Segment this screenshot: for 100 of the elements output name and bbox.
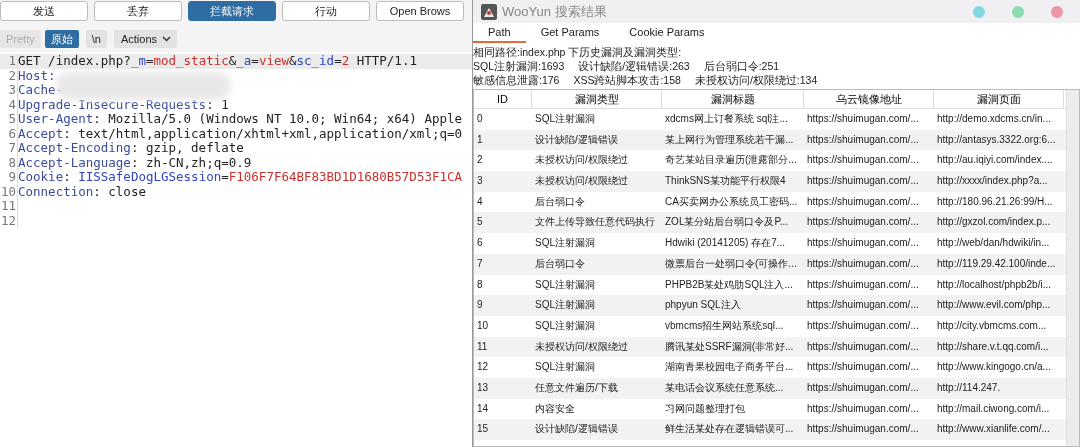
table-cell-text: https://shuimugan.com/... bbox=[806, 401, 920, 416]
line-number: 11 bbox=[0, 199, 18, 214]
table-cell-text: https://shuimugan.com/... bbox=[806, 360, 920, 375]
table-cell-text: ThinkSNS某功能平行权限4 bbox=[664, 174, 787, 189]
tab[interactable]: Get Params bbox=[525, 23, 615, 43]
column-header[interactable]: 漏洞页面 bbox=[934, 90, 1064, 108]
table-cell-text: SQL注射漏洞 bbox=[534, 236, 596, 251]
table-cell-text: Hdwiki (20141205) 存在7... bbox=[664, 236, 787, 251]
table-cell-text: 1 bbox=[476, 132, 484, 147]
code-line: GET /index.php?_m=mod_static&_a=view&sc_id=2 HTTP/1.1 bbox=[18, 54, 417, 69]
column-header[interactable]: 漏洞类型 bbox=[532, 90, 662, 108]
code-line: Connection: close bbox=[18, 184, 146, 199]
table-cell-text: 后台弱口令 bbox=[534, 194, 586, 209]
line-number: 12 bbox=[0, 213, 18, 228]
code-line: User-Agent: Mozilla/5.0 (Windows NT 10.0; Win64; x64) Apple bbox=[18, 112, 463, 127]
view-tab[interactable]: 原始 bbox=[44, 30, 79, 48]
table-cell-text: 奇艺某站目录遍历(泄露部分... bbox=[664, 153, 798, 168]
table-cell-text: https://shuimugan.com/... bbox=[806, 194, 920, 209]
line-number: 10 bbox=[0, 184, 18, 199]
table-cell-text: 湖南青果校园电子商务平台... bbox=[664, 360, 795, 375]
tab[interactable]: Cookie Params bbox=[614, 23, 720, 43]
minimize-button[interactable] bbox=[973, 5, 985, 18]
table-cell-text: 4 bbox=[476, 194, 484, 209]
table-cell-text: https://shuimugan.com/... bbox=[806, 236, 920, 251]
table-cell-text: 某电话会议系统任意系统... bbox=[664, 380, 785, 395]
table-cell-text: https://shuimugan.com/... bbox=[806, 153, 920, 168]
line-number: 3 bbox=[0, 83, 18, 98]
summary-heading: 相同路径:index.php 下历史漏洞及漏洞类型: bbox=[473, 45, 682, 59]
table-cell-text: http://mail.ciwong.com/i... bbox=[936, 401, 1051, 416]
actions-menu[interactable]: Actions bbox=[113, 30, 177, 48]
table-cell-text: SQL注射漏洞 bbox=[534, 318, 596, 333]
column-header[interactable]: ID bbox=[474, 90, 532, 108]
table-cell-text: http://antasys.3322.org:6... bbox=[936, 132, 1057, 147]
toolbar-button[interactable]: 行动 bbox=[282, 1, 370, 21]
table-cell-text: 2 bbox=[476, 153, 484, 168]
table-cell-text: 某上网行为管理系统若干漏... bbox=[664, 132, 795, 147]
table-cell-text: http://114.247. bbox=[936, 380, 1002, 395]
table-cell-text: 设计缺陷/逻辑错误 bbox=[534, 132, 619, 147]
table-cell-text: 8 bbox=[476, 277, 484, 292]
stat-text: 敏感信息泄露:176 bbox=[473, 73, 560, 87]
table-cell-text: 6 bbox=[476, 236, 484, 251]
table-cell-text: 鲜生活某处存在逻辑错误可... bbox=[664, 422, 795, 437]
tab[interactable]: Path bbox=[473, 23, 526, 43]
table-cell-text: 未授权访问/权限绕过 bbox=[534, 174, 629, 189]
table-cell-text: 7 bbox=[476, 256, 484, 271]
table-cell-text: 15 bbox=[476, 422, 490, 437]
newline-toggle[interactable]: \n bbox=[85, 30, 107, 48]
table-cell-text: http://www.evil.com/php... bbox=[936, 298, 1052, 313]
table-cell-text: SQL注射漏洞 bbox=[534, 277, 596, 292]
table-cell-text: https://shuimugan.com/... bbox=[806, 174, 920, 189]
stat-text: SQL注射漏洞:1693 bbox=[473, 59, 565, 73]
table-cell-text: 后台弱口令 bbox=[534, 256, 586, 271]
app-logo-icon bbox=[481, 3, 497, 20]
toolbar-button[interactable]: 丢弃 bbox=[94, 1, 182, 21]
table-cell-text: SQL注射漏洞 bbox=[534, 298, 596, 313]
table-cell-text: 11 bbox=[476, 339, 489, 354]
caret-icon bbox=[162, 36, 171, 42]
table-cell-text: 微票后台一处弱口令(可操作... bbox=[664, 256, 798, 271]
table-cell-text: https://shuimugan.com/... bbox=[806, 339, 920, 354]
code-line: Host: bbox=[18, 68, 56, 83]
toolbar-button[interactable]: Open Brows bbox=[376, 1, 464, 21]
table-cell-text: xdcms网上订餐系统 sql注... bbox=[664, 112, 789, 126]
table-cell-text: http://gxzol.com/index.p... bbox=[936, 215, 1052, 230]
code-line: Upgrade-Insecure-Requests: 1 bbox=[18, 97, 229, 112]
line-number: 1 bbox=[0, 54, 18, 69]
table-cell-text: CA买卖网办公系统员工密码... bbox=[664, 194, 799, 209]
table-cell-text: http://au.iqiyi.com/index.... bbox=[936, 153, 1054, 168]
maximize-button[interactable] bbox=[1012, 5, 1024, 18]
request-editor[interactable] bbox=[0, 52, 472, 447]
column-header[interactable]: 乌云镜像地址 bbox=[804, 90, 934, 108]
table-cell-text: 13 bbox=[476, 380, 490, 395]
line-number: 5 bbox=[0, 112, 18, 127]
table-cell-text: http://localhost/phpb2b/i... bbox=[936, 277, 1052, 292]
table-cell-text: https://shuimugan.com/... bbox=[806, 132, 920, 147]
table-cell-text: PHPB2B某处鸡肋SQL注入... bbox=[664, 277, 794, 292]
line-number: 7 bbox=[0, 141, 18, 156]
table-cell-text: 任意文件遍历/下载 bbox=[534, 380, 619, 395]
scrollbar[interactable] bbox=[1066, 90, 1079, 446]
table-cell-text: 文件上传导致任意代码执行 bbox=[534, 215, 656, 230]
table-cell-text: 14 bbox=[476, 401, 490, 416]
line-number: 2 bbox=[0, 68, 18, 83]
stat-text: 未授权访问/权限绕过:134 bbox=[694, 73, 818, 87]
table-cell-text: 腾讯某处SSRF漏洞(非常好... bbox=[664, 339, 795, 354]
table-cell-text: ZOL某分站后台弱口令及P... bbox=[664, 215, 790, 230]
line-number: 6 bbox=[0, 126, 18, 141]
close-button[interactable] bbox=[1051, 5, 1063, 18]
toolbar-button[interactable]: 拦截请求 bbox=[188, 1, 276, 21]
code-line: Accept: text/html,application/xhtml+xml,application/xml;q=0 bbox=[18, 126, 462, 141]
table-cell-text: https://shuimugan.com/... bbox=[806, 298, 920, 313]
table-cell-text: https://shuimugan.com/... bbox=[806, 215, 920, 230]
toolbar-button[interactable]: 发送 bbox=[0, 1, 88, 21]
code-line: Accept-Language: zh-CN,zh;q=0.9 bbox=[18, 155, 252, 170]
column-header[interactable]: 漏洞标题 bbox=[662, 90, 804, 108]
table-cell-text: 未授权访问/权限绕过 bbox=[534, 339, 629, 354]
table-cell-text: https://shuimugan.com/... bbox=[806, 277, 920, 292]
table-cell-text: 习网问题整理打包 bbox=[664, 401, 746, 416]
stat-text: 后台弱口令:251 bbox=[703, 59, 780, 73]
table-cell-text: 设计缺陷/逻辑错误 bbox=[534, 422, 619, 437]
code-line: Accept-Encoding: gzip, deflate bbox=[18, 141, 244, 156]
table-cell-text: https://shuimugan.com/... bbox=[806, 256, 920, 271]
